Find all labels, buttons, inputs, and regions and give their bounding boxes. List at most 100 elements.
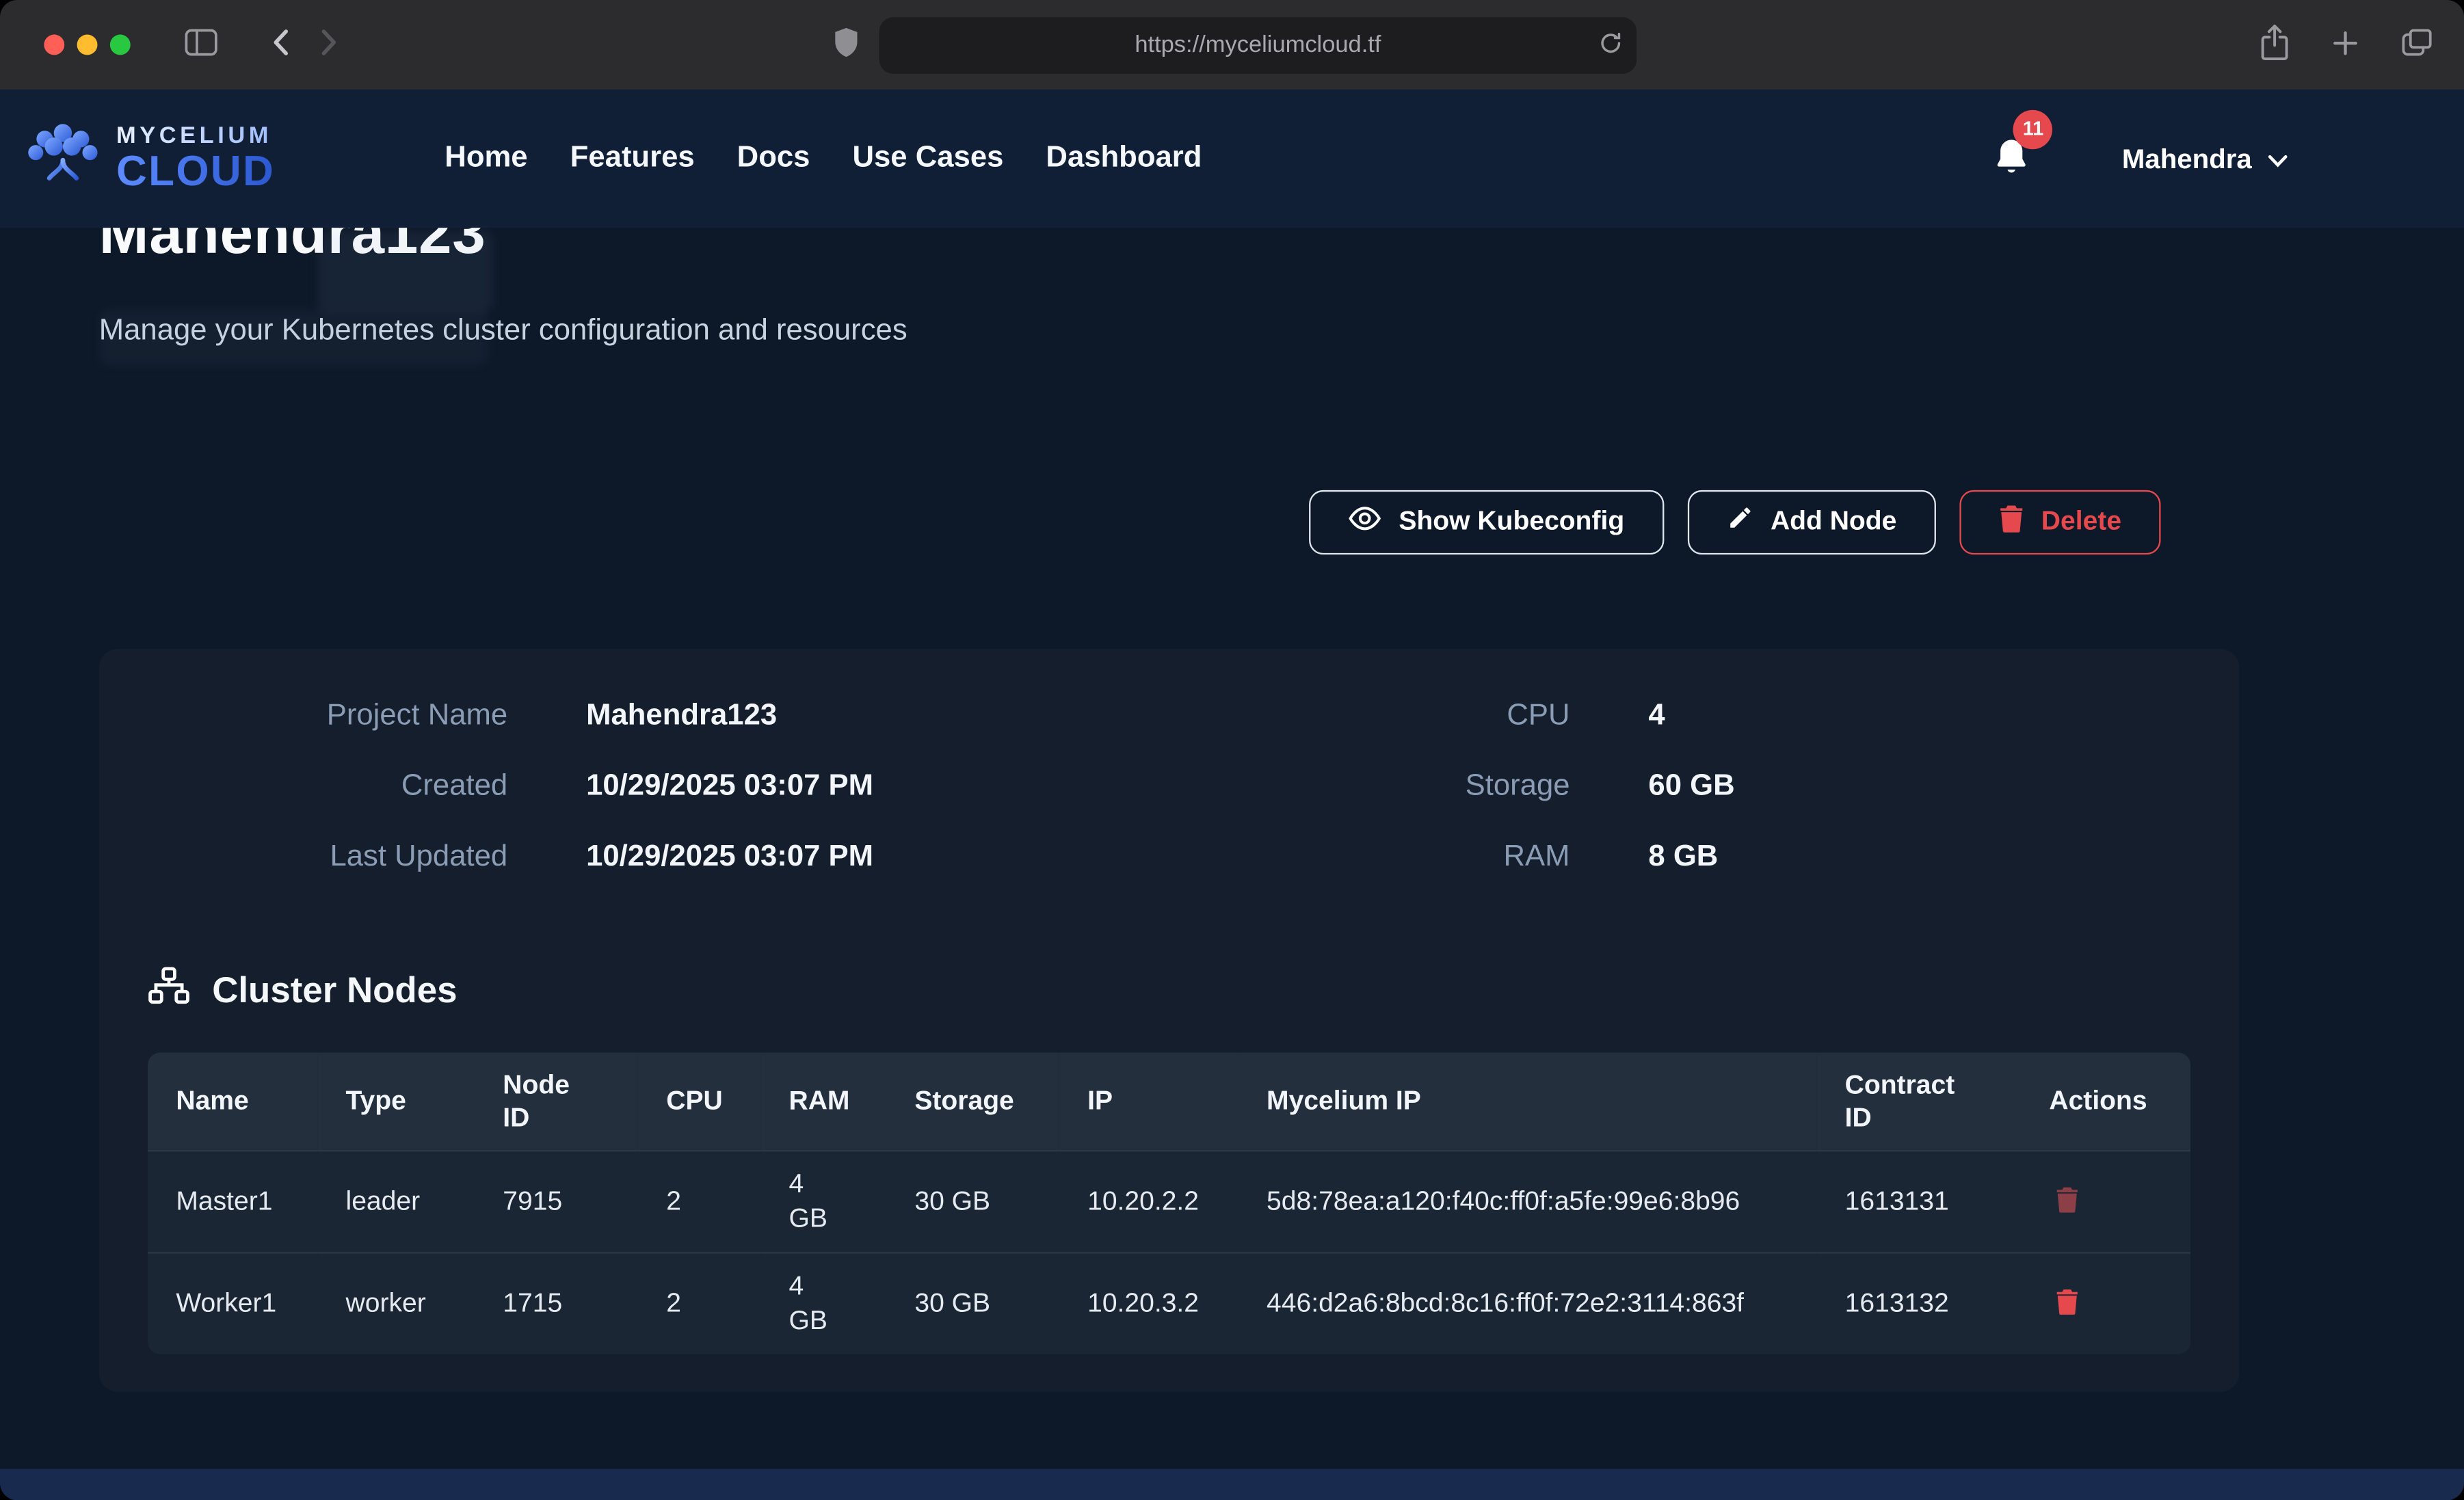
- chrome-right-buttons: [2253, 17, 2439, 72]
- cell-ram: 4 GB: [760, 1150, 886, 1252]
- cell-cpu: 2: [638, 1150, 760, 1252]
- site-logo[interactable]: MYCELIUM CLOUD: [22, 120, 275, 198]
- share-button[interactable]: [2253, 17, 2296, 72]
- cell-mycelium-ip: 5d8:78ea:a120:f40c:ff0f:a5fe:99e6:8b96: [1238, 1150, 1817, 1252]
- detail-value: 10/29/2025 03:07 PM: [586, 837, 1057, 878]
- col-cpu: CPU: [638, 1052, 760, 1151]
- main-content: Mahendra123 Manage your Kubernetes clust…: [0, 201, 2464, 1391]
- table-row: Master1 leader 7915 2 4 GB 30 GB 10.20.2…: [148, 1150, 2190, 1252]
- browser-window: https://myceliumcloud.tf: [0, 0, 2464, 1500]
- shield-icon: [834, 27, 859, 63]
- address-input[interactable]: https://myceliumcloud.tf: [879, 16, 1637, 73]
- delete-node-button[interactable]: [2049, 1285, 2085, 1322]
- cell-actions: [2021, 1253, 2190, 1354]
- refresh-icon: [1599, 31, 1622, 59]
- nodes-table: Name Type Node ID CPU RAM Storage IP Myc…: [148, 1052, 2190, 1354]
- cell-storage: 30 GB: [886, 1150, 1059, 1252]
- minimize-window-button[interactable]: [77, 35, 98, 55]
- add-node-button[interactable]: Add Node: [1687, 490, 1936, 554]
- delete-cluster-button[interactable]: Delete: [1959, 490, 2160, 554]
- trash-icon: [1999, 504, 2024, 540]
- logo-line-1: MYCELIUM: [116, 124, 275, 148]
- cell-node-id: 1715: [475, 1253, 638, 1354]
- cell-ip: 10.20.3.2: [1059, 1253, 1238, 1354]
- notification-badge: 11: [2013, 109, 2052, 148]
- chevron-left-icon: [272, 28, 289, 61]
- nodes-table-body: Master1 leader 7915 2 4 GB 30 GB 10.20.2…: [148, 1150, 2190, 1354]
- col-ram: RAM: [760, 1052, 886, 1151]
- notifications-button[interactable]: 11: [1993, 136, 2030, 182]
- show-kubeconfig-button[interactable]: Show Kubeconfig: [1309, 490, 1663, 554]
- cluster-nodes-icon: [148, 965, 190, 1014]
- chevron-right-icon: [321, 28, 338, 61]
- footer-strip: [0, 1469, 2464, 1500]
- detail-label: Last Updated: [148, 837, 507, 878]
- tabs-icon: [2401, 28, 2433, 61]
- user-name: Mahendra: [2122, 142, 2252, 175]
- cell-ram: 4 GB: [760, 1253, 886, 1354]
- delete-label: Delete: [2041, 506, 2121, 537]
- table-header-row: Name Type Node ID CPU RAM Storage IP Myc…: [148, 1052, 2190, 1151]
- detail-value: 8 GB: [1648, 837, 2190, 878]
- site-header: MYCELIUM CLOUD Home Features Docs Use Ca…: [0, 90, 2464, 228]
- back-button[interactable]: [265, 22, 295, 68]
- cluster-nodes-title: Cluster Nodes: [212, 969, 457, 1011]
- nav-link-use-cases[interactable]: Use Cases: [853, 142, 1004, 176]
- trash-icon: [2056, 1194, 2079, 1217]
- sidebar-icon: [184, 28, 219, 61]
- logo-text: MYCELIUM CLOUD: [116, 124, 275, 193]
- nav-link-dashboard[interactable]: Dashboard: [1046, 142, 1202, 176]
- address-bar-group: https://myceliumcloud.tf: [827, 16, 1637, 73]
- cluster-details-card: Project Name Mahendra123 CPU 4 Created 1…: [99, 648, 2240, 1391]
- nav-link-features[interactable]: Features: [570, 142, 695, 176]
- mycelium-logo-icon: [22, 120, 103, 198]
- cell-name: Master1: [148, 1150, 317, 1252]
- forward-button[interactable]: [315, 22, 345, 68]
- cell-actions: [2021, 1150, 2190, 1252]
- details-grid: Project Name Mahendra123 CPU 4 Created 1…: [148, 695, 2190, 878]
- detail-value: 4: [1648, 695, 2190, 736]
- close-window-button[interactable]: [44, 35, 64, 55]
- show-kubeconfig-label: Show Kubeconfig: [1399, 506, 1624, 537]
- cell-type: worker: [317, 1253, 475, 1354]
- plus-icon: [2332, 29, 2359, 61]
- detail-label: CPU: [1136, 695, 1569, 736]
- col-storage: Storage: [886, 1052, 1059, 1151]
- tab-overview-button[interactable]: [2395, 22, 2439, 68]
- new-tab-button[interactable]: [2326, 23, 2365, 66]
- cell-type: leader: [317, 1150, 475, 1252]
- nav-link-home[interactable]: Home: [445, 142, 527, 176]
- scale-wrapper: https://myceliumcloud.tf: [0, 0, 2464, 1500]
- trash-icon: [2056, 1296, 2079, 1319]
- header-right: 11 Mahendra: [1993, 136, 2288, 182]
- browser-chrome: https://myceliumcloud.tf: [0, 0, 2464, 90]
- web-page: MYCELIUM CLOUD Home Features Docs Use Ca…: [0, 90, 2464, 1500]
- eye-icon: [1349, 505, 1381, 538]
- privacy-shield-button[interactable]: [827, 21, 865, 69]
- col-actions: Actions: [2021, 1052, 2190, 1151]
- col-node-id: Node ID: [475, 1052, 638, 1151]
- table-row: Worker1 worker 1715 2 4 GB 30 GB 10.20.3…: [148, 1253, 2190, 1354]
- col-mycelium-ip: Mycelium IP: [1238, 1052, 1817, 1151]
- nav-link-docs[interactable]: Docs: [737, 142, 810, 176]
- sidebar-toggle-button[interactable]: [178, 22, 225, 68]
- cell-mycelium-ip: 446:d2a6:8bcd:8c16:ff0f:72e2:3114:863f: [1238, 1253, 1817, 1354]
- url-text: https://myceliumcloud.tf: [1135, 31, 1381, 58]
- detail-value: 10/29/2025 03:07 PM: [586, 766, 1057, 807]
- logo-line-2: CLOUD: [116, 149, 275, 193]
- nodes-table-wrap: Name Type Node ID CPU RAM Storage IP Myc…: [148, 1052, 2190, 1354]
- delete-node-button[interactable]: [2049, 1183, 2085, 1220]
- user-menu[interactable]: Mahendra: [2122, 142, 2288, 175]
- cluster-actions: Show Kubeconfig Add Node Delete: [99, 490, 2161, 554]
- detail-label: Created: [148, 766, 507, 807]
- refresh-button[interactable]: [1593, 25, 1629, 66]
- pencil-icon: [1727, 505, 1753, 539]
- detail-value: 60 GB: [1648, 766, 2190, 807]
- cell-name: Worker1: [148, 1253, 317, 1354]
- col-contract-id: Contract ID: [1816, 1052, 2021, 1151]
- zoom-window-button[interactable]: [110, 35, 131, 55]
- share-icon: [2260, 23, 2290, 66]
- add-node-label: Add Node: [1771, 506, 1896, 537]
- cell-node-id: 7915: [475, 1150, 638, 1252]
- detail-label: Project Name: [148, 695, 507, 736]
